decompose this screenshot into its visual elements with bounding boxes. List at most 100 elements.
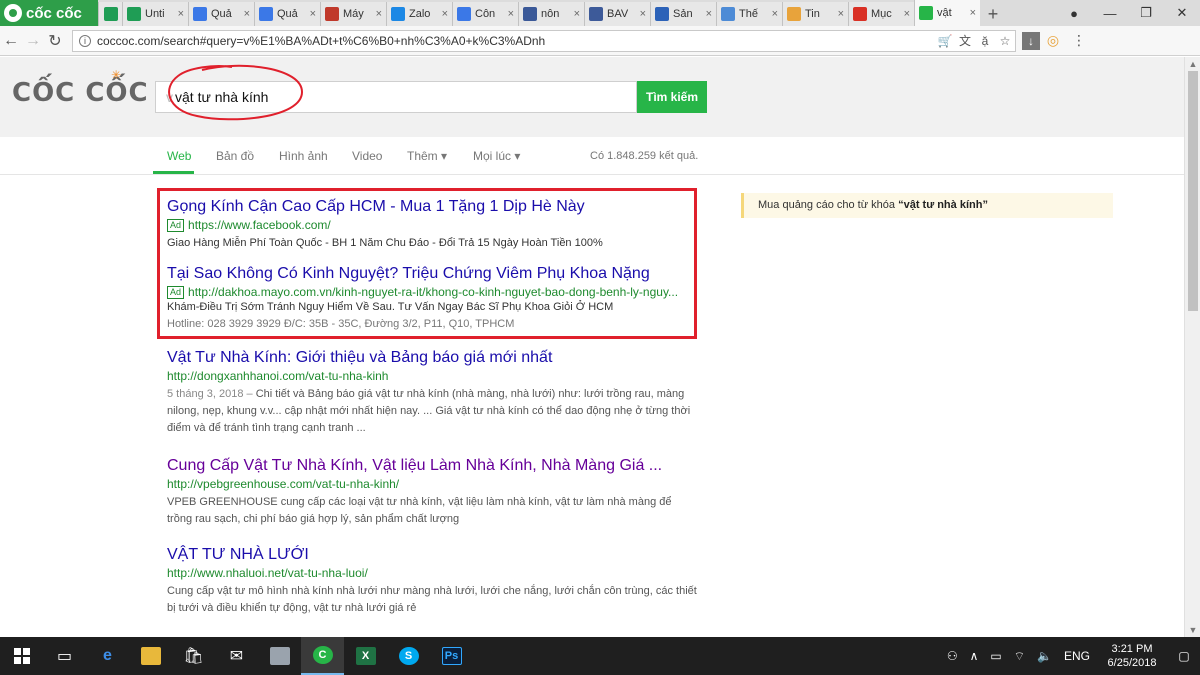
bookmark-star-icon[interactable]: ☆: [995, 34, 1015, 48]
tab-web[interactable]: Web: [167, 149, 191, 163]
battery-icon[interactable]: ▭: [990, 649, 1001, 663]
task-view-icon[interactable]: ▭: [43, 637, 86, 675]
browser-tab[interactable]: Zalo ×: [386, 2, 452, 26]
tab-close-icon[interactable]: ×: [310, 8, 316, 20]
scroll-down-icon[interactable]: ▼: [1185, 625, 1200, 635]
tab-close-icon[interactable]: ×: [508, 8, 514, 20]
info-icon[interactable]: i: [79, 34, 91, 47]
search-button[interactable]: Tìm kiếm: [637, 81, 707, 113]
adwords-icon: [259, 7, 273, 21]
mail-icon[interactable]: ✉: [215, 637, 258, 675]
ad-url[interactable]: Ad http://dakhoa.mayo.com.vn/kinh-nguyet-…: [167, 285, 697, 299]
ad-title[interactable]: Tại Sao Không Có Kinh Nguyệt? Triệu Chứn…: [167, 265, 697, 283]
photoshop-icon[interactable]: Ps: [430, 637, 473, 675]
search-result-3: VẬT TƯ NHÀ LƯỚI http://www.nhaluoi.net/v…: [167, 546, 697, 617]
browser-tab[interactable]: [98, 2, 122, 26]
translate-icon[interactable]: 文: [955, 32, 975, 49]
tab-more[interactable]: Thêm ▾: [407, 149, 447, 163]
tab-close-icon[interactable]: ×: [706, 8, 712, 20]
language-indicator[interactable]: ENG: [1064, 649, 1090, 663]
result-url[interactable]: http://dongxanhhanoi.com/vat-tu-nha-kinh: [167, 369, 697, 383]
adwords-icon: [457, 7, 471, 21]
adwords-icon: [193, 7, 207, 21]
zalo-icon: [391, 7, 405, 21]
tab-label: BAV: [607, 8, 629, 20]
maximize-button[interactable]: ❐: [1128, 5, 1164, 21]
tab-close-icon[interactable]: ×: [772, 8, 778, 20]
accent-icon[interactable]: ặ: [975, 34, 995, 48]
tab-label: Quả: [277, 8, 298, 20]
minimize-button[interactable]: —: [1092, 6, 1128, 21]
scroll-up-icon[interactable]: ▲: [1185, 59, 1200, 69]
browser-tab[interactable]: Sản ×: [650, 2, 716, 26]
close-window-button[interactable]: ✕: [1164, 5, 1200, 21]
browser-tab[interactable]: Mục ×: [848, 2, 914, 26]
buy-ads-panel[interactable]: Mua quảng cáo cho từ khóa “vật tư nhà kí…: [741, 193, 1113, 218]
coccoc-menu-button[interactable]: cốc cốc: [0, 0, 98, 26]
browser-tab[interactable]: Thế ×: [716, 2, 782, 26]
browser-tab[interactable]: Côn ×: [452, 2, 518, 26]
tab-images[interactable]: Hình ảnh: [279, 149, 328, 163]
browser-tab[interactable]: vật ×: [914, 0, 980, 26]
browser-tab[interactable]: BAV ×: [584, 2, 650, 26]
ad-title[interactable]: Gọng Kính Cận Cao Cấp HCM - Mua 1 Tặng 1…: [167, 198, 697, 216]
tab-close-icon[interactable]: ×: [244, 8, 250, 20]
active-tab-underline: [153, 171, 194, 174]
result-url[interactable]: http://vpebgreenhouse.com/vat-tu-nha-kin…: [167, 477, 697, 491]
browser-tab[interactable]: Tin ×: [782, 2, 848, 26]
tab-close-icon[interactable]: ×: [178, 8, 184, 20]
edge-icon[interactable]: e: [86, 637, 129, 675]
extension-icon[interactable]: ◎: [1040, 32, 1066, 49]
printer-app-icon[interactable]: [258, 637, 301, 675]
tray-chevron-icon[interactable]: ∧: [970, 649, 979, 663]
browser-tab[interactable]: Quả ×: [188, 2, 254, 26]
page-scrollbar[interactable]: ▲ ▼: [1184, 57, 1200, 637]
coccoc-logo[interactable]: CỐC CỐC ✳: [12, 68, 149, 108]
search-input[interactable]: v vật tư nhà kính: [155, 81, 637, 113]
profile-icon[interactable]: ●: [1056, 6, 1092, 21]
buy-ads-keyword: “vật tư nhà kính”: [898, 199, 988, 211]
browser-tab[interactable]: nôn ×: [518, 2, 584, 26]
result-title[interactable]: Cung Cấp Vật Tư Nhà Kính, Vật liệu Làm N…: [167, 457, 697, 475]
excel-icon[interactable]: X: [344, 637, 387, 675]
store-icon[interactable]: 🛍: [172, 637, 215, 675]
file-explorer-icon[interactable]: [129, 637, 172, 675]
tab-close-icon[interactable]: ×: [574, 8, 580, 20]
notifications-icon[interactable]: ▢: [1168, 637, 1200, 675]
browser-tab[interactable]: Unti ×: [122, 2, 188, 26]
tab-close-icon[interactable]: ×: [838, 8, 844, 20]
tab-video[interactable]: Video: [352, 149, 382, 163]
tab-close-icon[interactable]: ×: [640, 8, 646, 20]
browser-tab[interactable]: Máy ×: [320, 2, 386, 26]
back-button[interactable]: ←: [0, 32, 22, 50]
time-filter[interactable]: Mọi lúc ▾: [473, 149, 520, 163]
scrollbar-thumb[interactable]: [1188, 71, 1198, 311]
clock[interactable]: 3:21 PM 6/25/2018: [1096, 642, 1168, 670]
result-title[interactable]: Vật Tư Nhà Kính: Giới thiệu và Bảng báo …: [167, 349, 697, 367]
download-icon[interactable]: ↓: [1022, 31, 1040, 50]
result-url[interactable]: http://www.nhaluoi.net/vat-tu-nha-luoi/: [167, 566, 697, 580]
volume-icon[interactable]: 🔈: [1037, 649, 1052, 663]
result-title[interactable]: VẬT TƯ NHÀ LƯỚI: [167, 546, 697, 564]
logo-spark-icon: ✳: [111, 68, 123, 82]
tab-close-icon[interactable]: ×: [970, 7, 976, 19]
tab-maps[interactable]: Bản đồ: [216, 149, 254, 163]
tab-close-icon[interactable]: ×: [442, 8, 448, 20]
ad-url[interactable]: Ad https://www.facebook.com/: [167, 218, 697, 232]
forward-button[interactable]: →: [22, 32, 44, 50]
tab-close-icon[interactable]: ×: [376, 8, 382, 20]
reload-button[interactable]: ↻: [44, 31, 66, 51]
coccoc-taskbar-icon[interactable]: C: [301, 637, 344, 675]
site-icon: [325, 7, 339, 21]
tab-close-icon[interactable]: ×: [904, 8, 910, 20]
ad-badge: Ad: [167, 219, 185, 232]
start-button[interactable]: [0, 637, 43, 675]
people-icon[interactable]: ⚇: [947, 649, 958, 663]
skype-icon[interactable]: S: [387, 637, 430, 675]
cart-icon[interactable]: 🛒: [935, 34, 955, 48]
menu-icon[interactable]: ⋮: [1066, 32, 1092, 49]
network-icon[interactable]: ⌔: [1014, 649, 1025, 664]
browser-tab[interactable]: Quả ×: [254, 2, 320, 26]
new-tab-button[interactable]: +: [980, 2, 1006, 26]
address-bar[interactable]: i coccoc.com/search#query=v%E1%BA%ADt+t%…: [72, 29, 1016, 52]
